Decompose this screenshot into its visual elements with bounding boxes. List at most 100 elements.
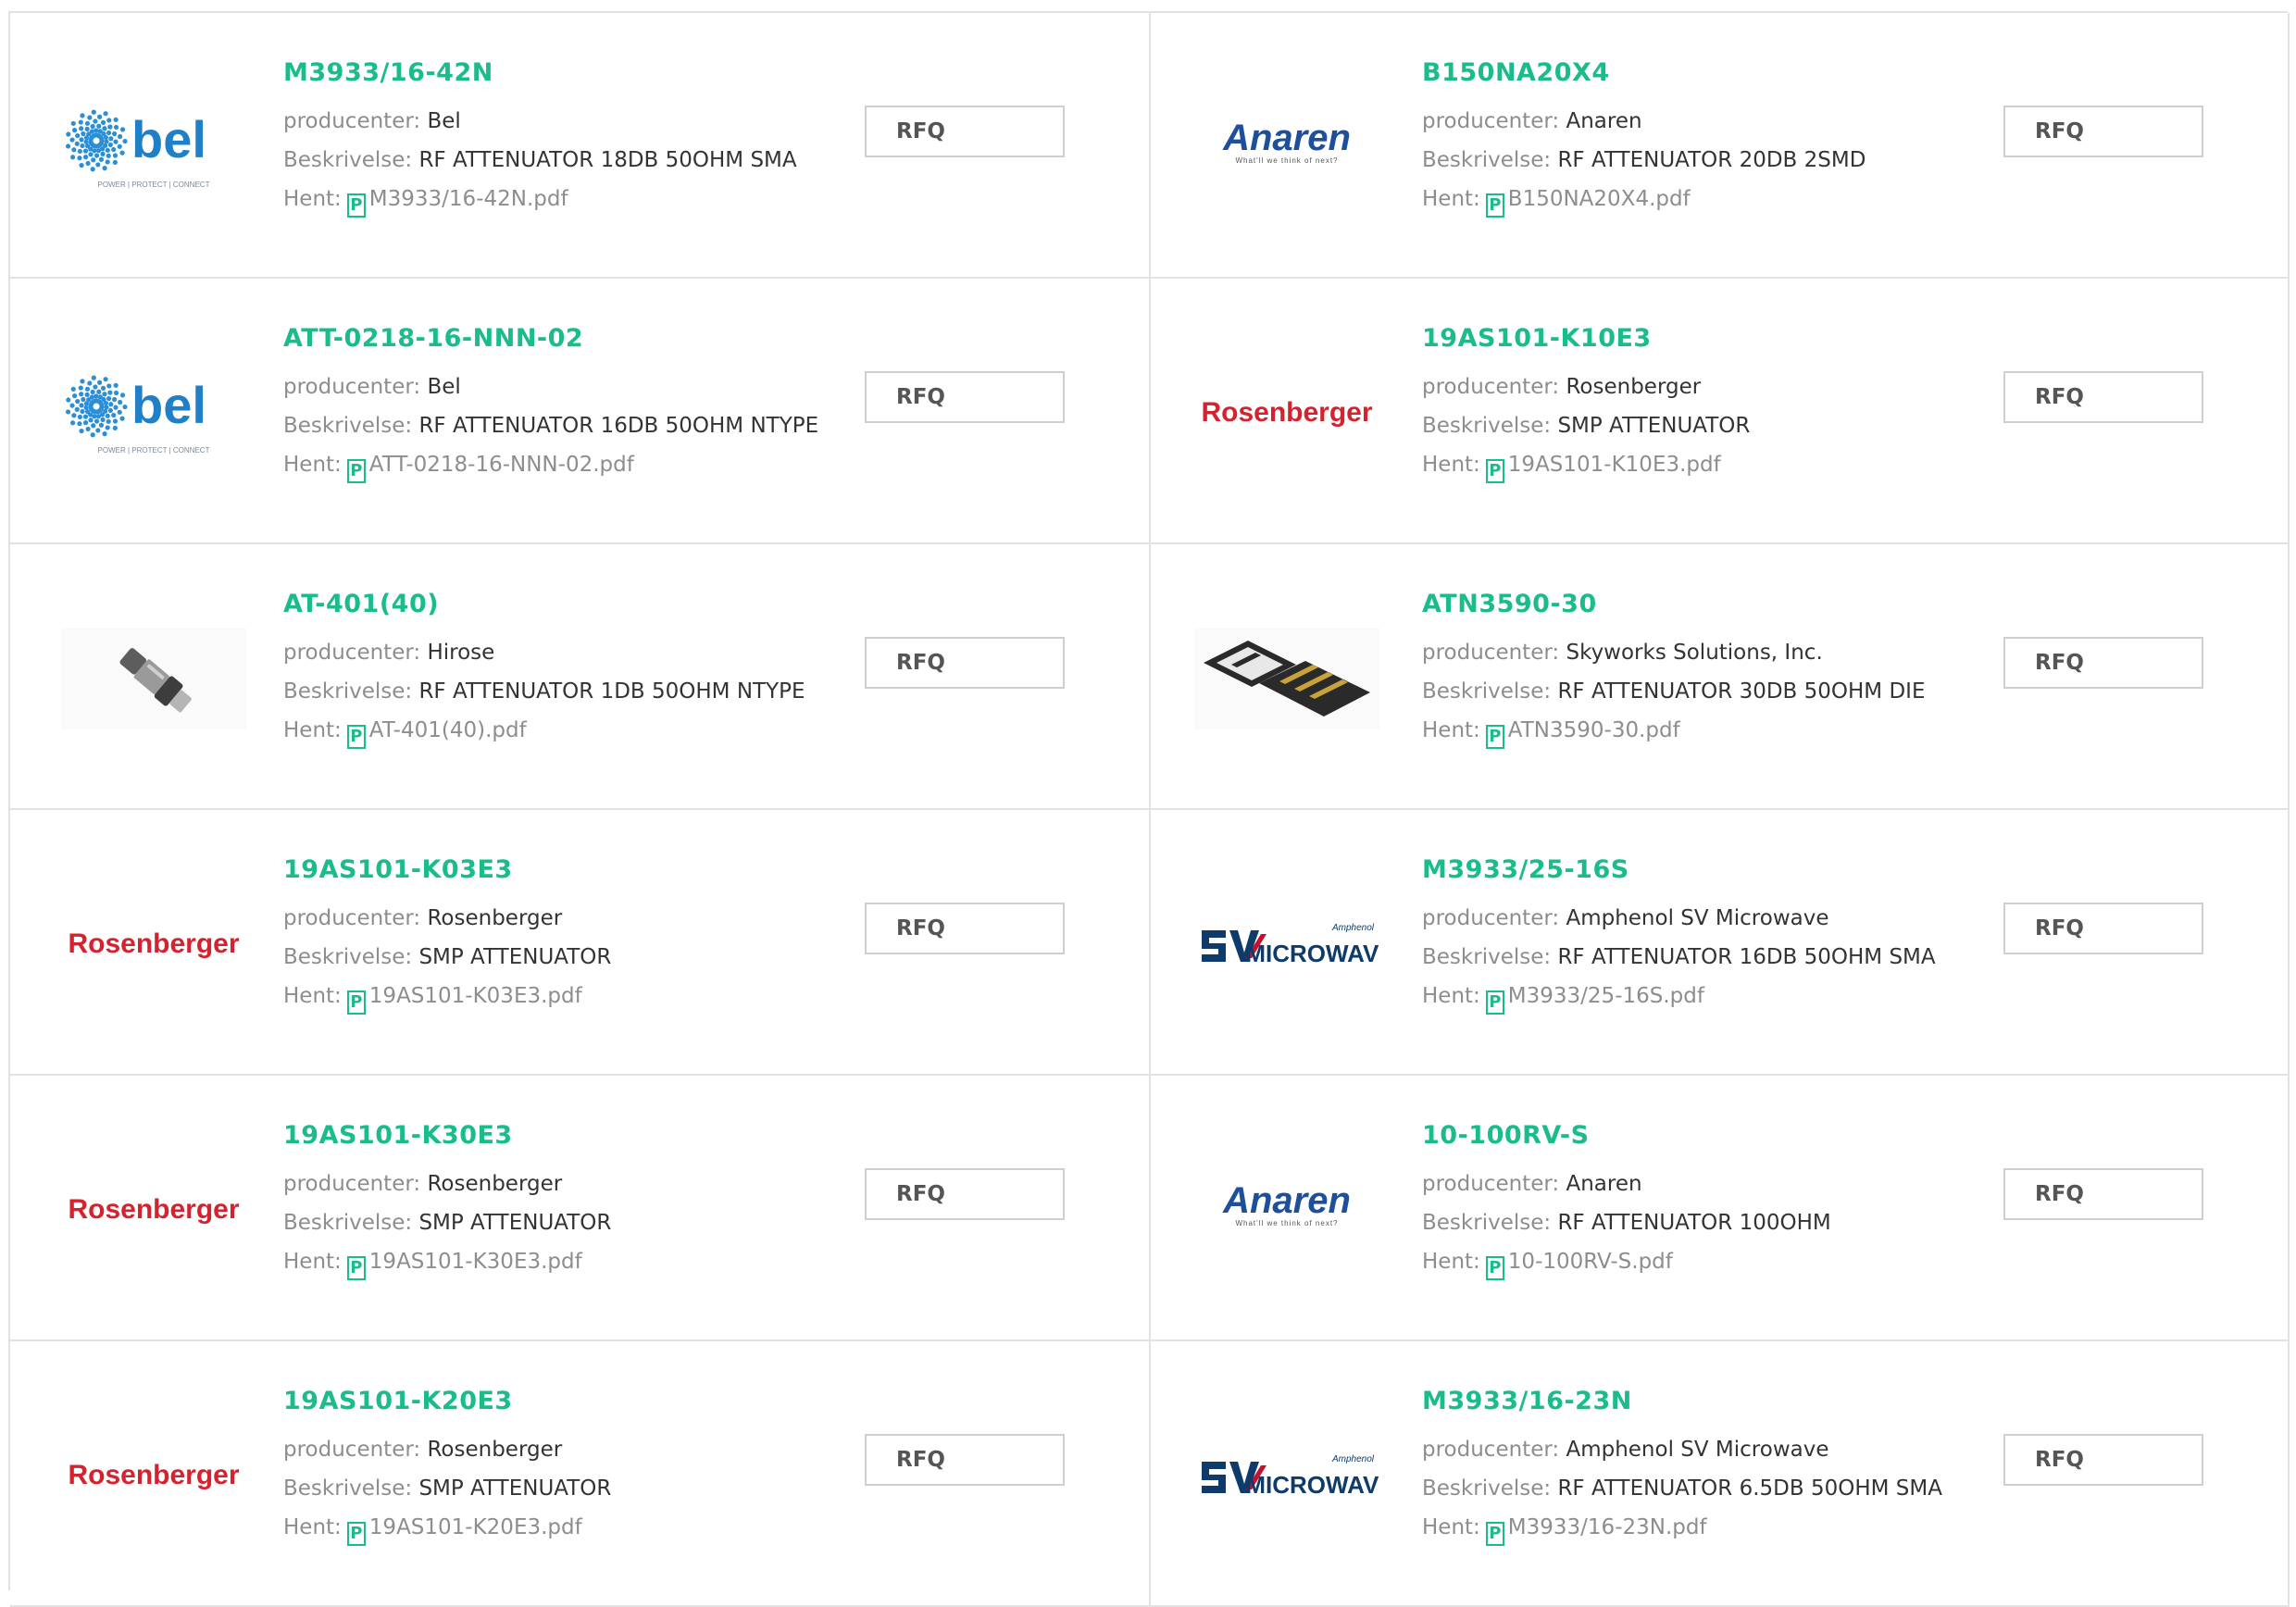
part-number-link[interactable]: B150NA20X4 xyxy=(1422,57,2033,89)
rfq-button[interactable]: RFQ xyxy=(865,903,1065,954)
datasheet-link[interactable]: B150NA20X4.pdf xyxy=(1508,187,1691,211)
manufacturer-logo[interactable]: Rosenberger xyxy=(1190,362,1384,464)
rfq-button[interactable]: RFQ xyxy=(2003,1434,2203,1486)
manufacturer-label: producenter: xyxy=(1422,1172,1560,1196)
pdf-icon[interactable]: P xyxy=(346,193,366,218)
datasheet-link[interactable]: M3933/16-42N.pdf xyxy=(369,187,568,211)
part-number-link[interactable]: 10-100RV-S xyxy=(1422,1120,2033,1152)
datasheet-link[interactable]: M3933/25-16S.pdf xyxy=(1508,984,1704,1008)
manufacturer-logo[interactable]: Rosenberger xyxy=(56,893,251,995)
part-number-link[interactable]: 19AS101-K30E3 xyxy=(283,1120,894,1152)
download-row: Hent: P M3933/25-16S.pdf xyxy=(1422,977,2033,1015)
rfq-button[interactable]: RFQ xyxy=(2003,371,2203,423)
manufacturer-label: producenter: xyxy=(283,1172,421,1196)
manufacturer-logo[interactable]: MICROWAVE Amphenol xyxy=(1190,893,1384,995)
part-number-link[interactable]: ATT-0218-16-NNN-02 xyxy=(283,323,894,355)
pdf-icon[interactable]: P xyxy=(1485,1256,1504,1280)
pdf-icon[interactable]: P xyxy=(346,725,366,749)
manufacturer-row: producenter: Rosenberger xyxy=(283,899,894,938)
datasheet-link[interactable]: 19AS101-K10E3.pdf xyxy=(1508,453,1721,477)
description-label: Beskrivelse: xyxy=(1422,1211,1552,1235)
rosenberger-logo: Rosenberger xyxy=(1201,397,1372,428)
manufacturer-logo[interactable]: Anaren What'll we think of next? xyxy=(1190,96,1384,198)
description-row: Beskrivelse: RF ATTENUATOR 100OHM xyxy=(1422,1203,2033,1242)
manufacturer-row: producenter: Rosenberger xyxy=(283,1165,894,1203)
pdf-icon[interactable]: P xyxy=(1485,1522,1504,1546)
download-row: Hent: P ATN3590-30.pdf xyxy=(1422,711,2033,750)
datasheet-link[interactable]: M3933/16-23N.pdf xyxy=(1508,1515,1707,1539)
manufacturer-logo[interactable] xyxy=(56,628,251,729)
download-label: Hent: xyxy=(1422,1250,1480,1274)
pdf-icon[interactable]: P xyxy=(346,459,366,483)
part-number-link[interactable]: AT-401(40) xyxy=(283,589,894,620)
rfq-button[interactable]: RFQ xyxy=(865,1434,1065,1486)
manufacturer-value: Rosenberger xyxy=(427,906,563,930)
pdf-icon[interactable]: P xyxy=(1485,459,1504,483)
part-number-link[interactable]: M3933/16-42N xyxy=(283,57,894,89)
manufacturer-logo[interactable] xyxy=(1190,628,1384,729)
product-info: ATN3590-30 producenter: Skyworks Solutio… xyxy=(1422,589,2033,750)
pdf-icon[interactable]: P xyxy=(346,1522,366,1546)
part-number-link[interactable]: ATN3590-30 xyxy=(1422,589,2033,620)
manufacturer-logo[interactable]: Anaren What'll we think of next? xyxy=(1190,1159,1384,1261)
description-row: Beskrivelse: RF ATTENUATOR 18DB 50OHM SM… xyxy=(283,141,894,180)
product-info: AT-401(40) producenter: Hirose Beskrivel… xyxy=(283,589,894,750)
pdf-icon[interactable]: P xyxy=(346,990,366,1015)
logo-tagline: Amphenol xyxy=(1331,923,1375,933)
product-card: Rosenberger 19AS101-K20E3 producenter: R… xyxy=(10,1341,1151,1607)
logo-text: bel xyxy=(131,376,206,434)
description-label: Beskrivelse: xyxy=(283,1211,413,1235)
logo-tagline: What'll we think of next? xyxy=(1235,156,1338,165)
manufacturer-logo[interactable]: bel POWER | PROTECT | CONNECT xyxy=(56,96,251,198)
anaren-logo: AnarenWhat'll we think of next? xyxy=(1222,118,1351,165)
download-row: Hent: P M3933/16-23N.pdf xyxy=(1422,1508,2033,1547)
rfq-button[interactable]: RFQ xyxy=(2003,1168,2203,1220)
part-number-link[interactable]: 19AS101-K20E3 xyxy=(283,1386,894,1417)
manufacturer-logo[interactable]: Rosenberger xyxy=(56,1425,251,1526)
manufacturer-logo[interactable]: bel POWER | PROTECT | CONNECT xyxy=(56,362,251,464)
product-card: Rosenberger 19AS101-K30E3 producenter: R… xyxy=(10,1076,1151,1341)
rosenberger-logo: Rosenberger xyxy=(68,1194,239,1225)
rfq-button[interactable]: RFQ xyxy=(865,106,1065,157)
pdf-icon[interactable]: P xyxy=(1485,725,1504,749)
manufacturer-value: Bel xyxy=(427,109,461,133)
logo-text: Rosenberger xyxy=(68,1460,239,1490)
manufacturer-row: producenter: Bel xyxy=(283,102,894,141)
manufacturer-label: producenter: xyxy=(1422,109,1560,133)
pdf-icon[interactable]: P xyxy=(1485,193,1504,218)
datasheet-link[interactable]: 19AS101-K20E3.pdf xyxy=(369,1515,582,1539)
anaren-logo: AnarenWhat'll we think of next? xyxy=(1222,1180,1351,1227)
datasheet-link[interactable]: AT-401(40).pdf xyxy=(369,718,527,742)
logo-text: Rosenberger xyxy=(68,928,239,959)
product-card: Rosenberger 19AS101-K03E3 producenter: R… xyxy=(10,810,1151,1076)
description-row: Beskrivelse: SMP ATTENUATOR xyxy=(283,938,894,977)
manufacturer-label: producenter: xyxy=(1422,375,1560,399)
pdf-icon[interactable]: P xyxy=(1485,990,1504,1015)
datasheet-link[interactable]: 19AS101-K03E3.pdf xyxy=(369,984,582,1008)
rfq-button[interactable]: RFQ xyxy=(2003,903,2203,954)
sv-microwave-logo: MICROWAVE Amphenol xyxy=(1202,923,1379,967)
rfq-button[interactable]: RFQ xyxy=(2003,106,2203,157)
logo-text: Anaren xyxy=(1222,118,1351,158)
datasheet-link[interactable]: 10-100RV-S.pdf xyxy=(1508,1250,1673,1274)
part-number-link[interactable]: 19AS101-K10E3 xyxy=(1422,323,2033,355)
logo-text: MICROWAVE xyxy=(1245,940,1379,967)
download-row: Hent: P B150NA20X4.pdf xyxy=(1422,180,2033,218)
part-number-link[interactable]: M3933/16-23N xyxy=(1422,1386,2033,1417)
download-row: Hent: P M3933/16-42N.pdf xyxy=(283,180,894,218)
datasheet-link[interactable]: 19AS101-K30E3.pdf xyxy=(369,1250,582,1274)
datasheet-link[interactable]: ATT-0218-16-NNN-02.pdf xyxy=(369,453,634,477)
part-number-link[interactable]: 19AS101-K03E3 xyxy=(283,854,894,886)
product-info: 10-100RV-S producenter: Anaren Beskrivel… xyxy=(1422,1120,2033,1281)
manufacturer-logo[interactable]: MICROWAVE Amphenol xyxy=(1190,1425,1384,1526)
rfq-button[interactable]: RFQ xyxy=(865,1168,1065,1220)
datasheet-link[interactable]: ATN3590-30.pdf xyxy=(1508,718,1680,742)
product-info: ATT-0218-16-NNN-02 producenter: Bel Besk… xyxy=(283,323,894,484)
pdf-icon[interactable]: P xyxy=(346,1256,366,1280)
part-number-link[interactable]: M3933/25-16S xyxy=(1422,854,2033,886)
download-label: Hent: xyxy=(1422,984,1480,1008)
rfq-button[interactable]: RFQ xyxy=(865,637,1065,689)
rfq-button[interactable]: RFQ xyxy=(2003,637,2203,689)
manufacturer-logo[interactable]: Rosenberger xyxy=(56,1159,251,1261)
rfq-button[interactable]: RFQ xyxy=(865,371,1065,423)
